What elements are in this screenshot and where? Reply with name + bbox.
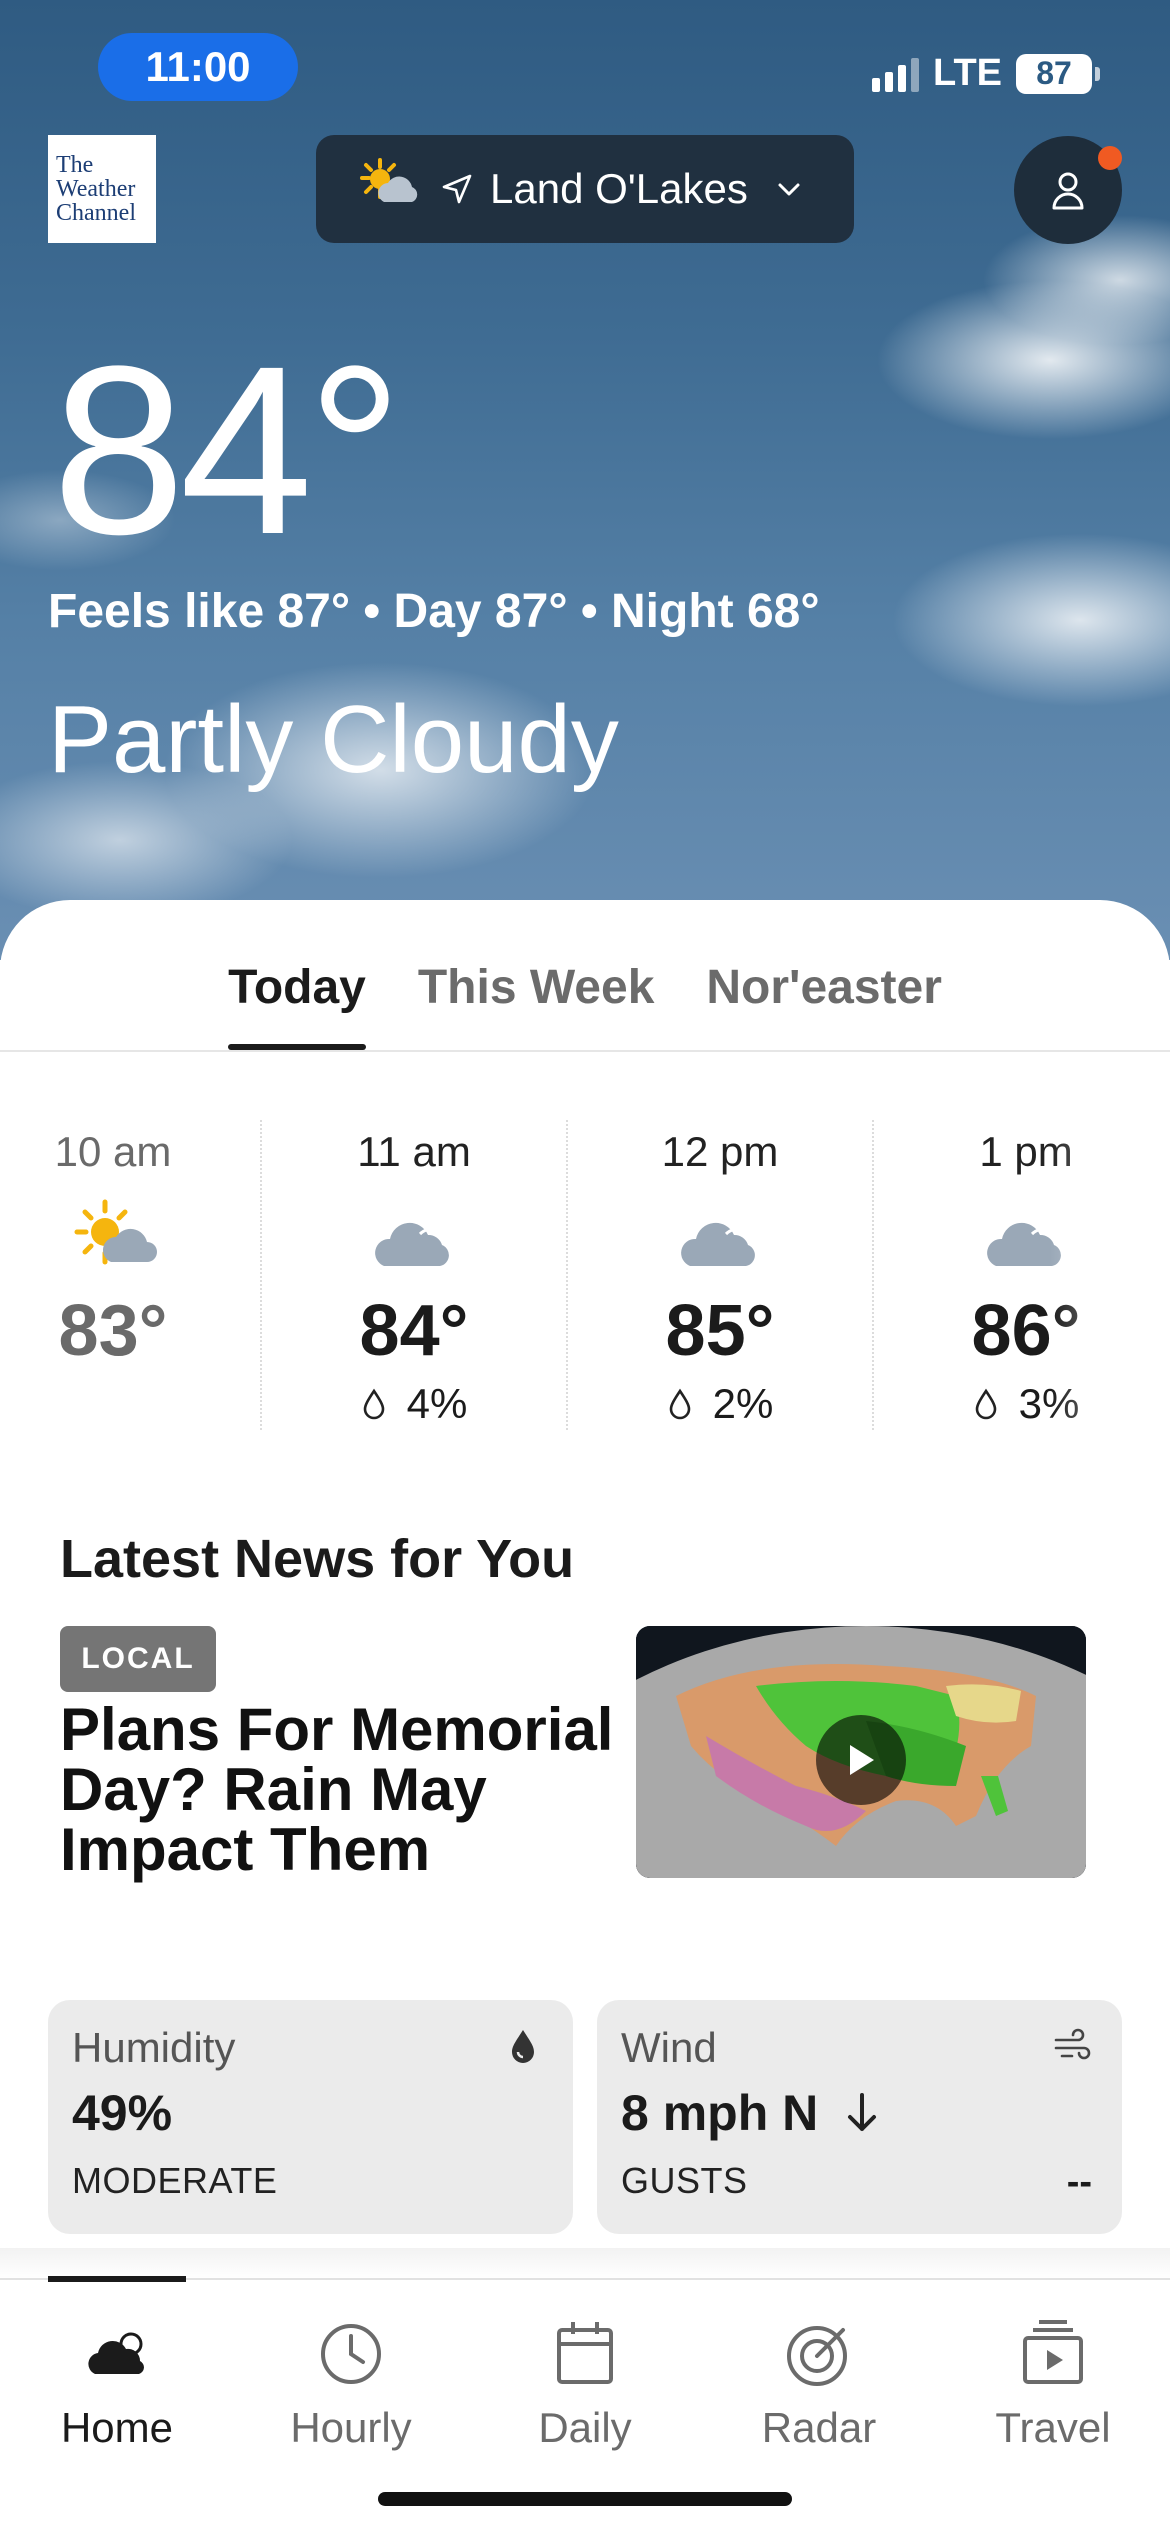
precip-chance: 2%: [568, 1380, 872, 1428]
play-button[interactable]: [816, 1715, 906, 1805]
hour-time: 12 pm: [661, 1128, 779, 1175]
nav-label: Home: [60, 2404, 174, 2451]
location-name: Land O'Lakes: [490, 165, 748, 212]
hour-time: 11 am: [357, 1128, 471, 1175]
signal-icon: [872, 56, 920, 92]
person-icon: [1052, 172, 1084, 210]
humidity-level: MODERATE: [72, 2160, 278, 2201]
arrow-down-icon: [848, 2093, 877, 2131]
hourly-item[interactable]: 11 am 84° 4%: [260, 1120, 566, 1430]
current-condition: Partly Cloudy: [48, 686, 619, 793]
notification-dot: [1098, 146, 1122, 170]
travel-icon: [1023, 2320, 1083, 2384]
gusts-value: --: [1066, 2161, 1092, 2203]
chevron-down-icon: [778, 183, 800, 196]
nav-label: Travel: [995, 2404, 1111, 2451]
nav-hourly[interactable]: Hourly: [234, 2316, 468, 2452]
raindrop-icon: [975, 1388, 996, 1420]
hour-temperature: 83°: [58, 1291, 168, 1371]
hour-temperature: 85°: [665, 1291, 775, 1371]
tab-today[interactable]: Today: [228, 900, 366, 1050]
wind-value-row: 8 mph N: [621, 2084, 1098, 2142]
raindrop-icon: [669, 1388, 690, 1420]
hourly-item[interactable]: 12 pm 85° 2%: [566, 1120, 872, 1430]
weather-channel-logo[interactable]: The Weather Channel: [48, 135, 156, 243]
forecast-tabs: Today This Week Nor'easter: [0, 900, 1170, 1052]
humidity-value: 49%: [72, 2085, 173, 2141]
location-selector[interactable]: Land O'Lakes: [316, 135, 854, 243]
logo-line: Channel: [56, 200, 136, 226]
hourly-item[interactable]: 10 am 83°: [0, 1120, 266, 1430]
precip-value: 2%: [712, 1380, 774, 1427]
wind-icon: [1054, 2028, 1091, 2060]
feels-like-details: Feels like 87° • Day 87° • Night 68°: [48, 585, 820, 638]
logo-line: Weather: [56, 176, 136, 202]
nav-radar[interactable]: Radar: [702, 2316, 936, 2452]
scroll-fade: [1050, 1110, 1170, 1440]
cloud-icon: [681, 1222, 758, 1266]
hour-time: 10 am: [54, 1128, 172, 1175]
hour-temperature: 84°: [359, 1291, 469, 1371]
hourly-strip[interactable]: 10 am 83° 11 am 84° 4% 12 pm 85° 2% 1 pm…: [0, 1120, 1170, 1440]
profile-button[interactable]: [1014, 136, 1122, 244]
wind-label: Wind: [621, 2024, 717, 2071]
status-time: 11:00: [98, 33, 298, 101]
raindrop-icon: [363, 1388, 384, 1420]
nav-daily[interactable]: Daily: [468, 2316, 702, 2452]
tab-this-week[interactable]: This Week: [418, 900, 655, 1050]
current-temperature: 84°: [52, 316, 403, 584]
humidity-card[interactable]: Humidity 49% MODERATE: [48, 2000, 573, 2234]
droplet-icon: [512, 2030, 534, 2063]
news-section-title: Latest News for You: [60, 1529, 575, 1589]
radar-icon: [787, 2326, 847, 2386]
news-headline[interactable]: Plans For Memorial Day? Rain May Impact …: [60, 1700, 620, 1880]
active-nav-indicator: [48, 2276, 186, 2282]
logo-line: The: [56, 152, 94, 178]
calendar-icon: [557, 2322, 613, 2384]
precip-value: 4%: [406, 1380, 468, 1427]
battery-level: 87: [1036, 55, 1072, 91]
partly-sunny-icon: [74, 1199, 157, 1265]
nav-home[interactable]: Home: [0, 2316, 234, 2452]
location-arrow-icon: [442, 174, 472, 204]
partly-sunny-icon: [360, 158, 418, 202]
tab-noreaster[interactable]: Nor'easter: [706, 900, 942, 1050]
nav-label: Daily: [538, 2404, 632, 2451]
nav-divider: [0, 2248, 1170, 2278]
nav-travel[interactable]: Travel: [936, 2316, 1170, 2452]
battery-icon: 87: [1016, 53, 1100, 94]
wind-card[interactable]: Wind 8 mph N GUSTS --: [597, 2000, 1122, 2234]
home-cloud-icon: [88, 2332, 144, 2374]
network-label: LTE: [933, 52, 1002, 94]
nav-label: Radar: [761, 2404, 877, 2451]
nav-label: Hourly: [290, 2404, 412, 2451]
precip-chance: 4%: [262, 1380, 566, 1428]
clock-icon: [321, 2324, 381, 2384]
play-icon: [850, 1745, 874, 1775]
gusts-label: GUSTS: [621, 2160, 748, 2201]
wind-value: 8 mph N: [621, 2085, 819, 2141]
status-indicators: LTE 87: [872, 52, 1100, 95]
home-indicator: [378, 2492, 792, 2506]
humidity-label: Humidity: [72, 2024, 236, 2071]
news-video-thumbnail[interactable]: [636, 1626, 1086, 1878]
cloud-icon: [375, 1222, 452, 1266]
local-badge: LOCAL: [60, 1626, 216, 1692]
